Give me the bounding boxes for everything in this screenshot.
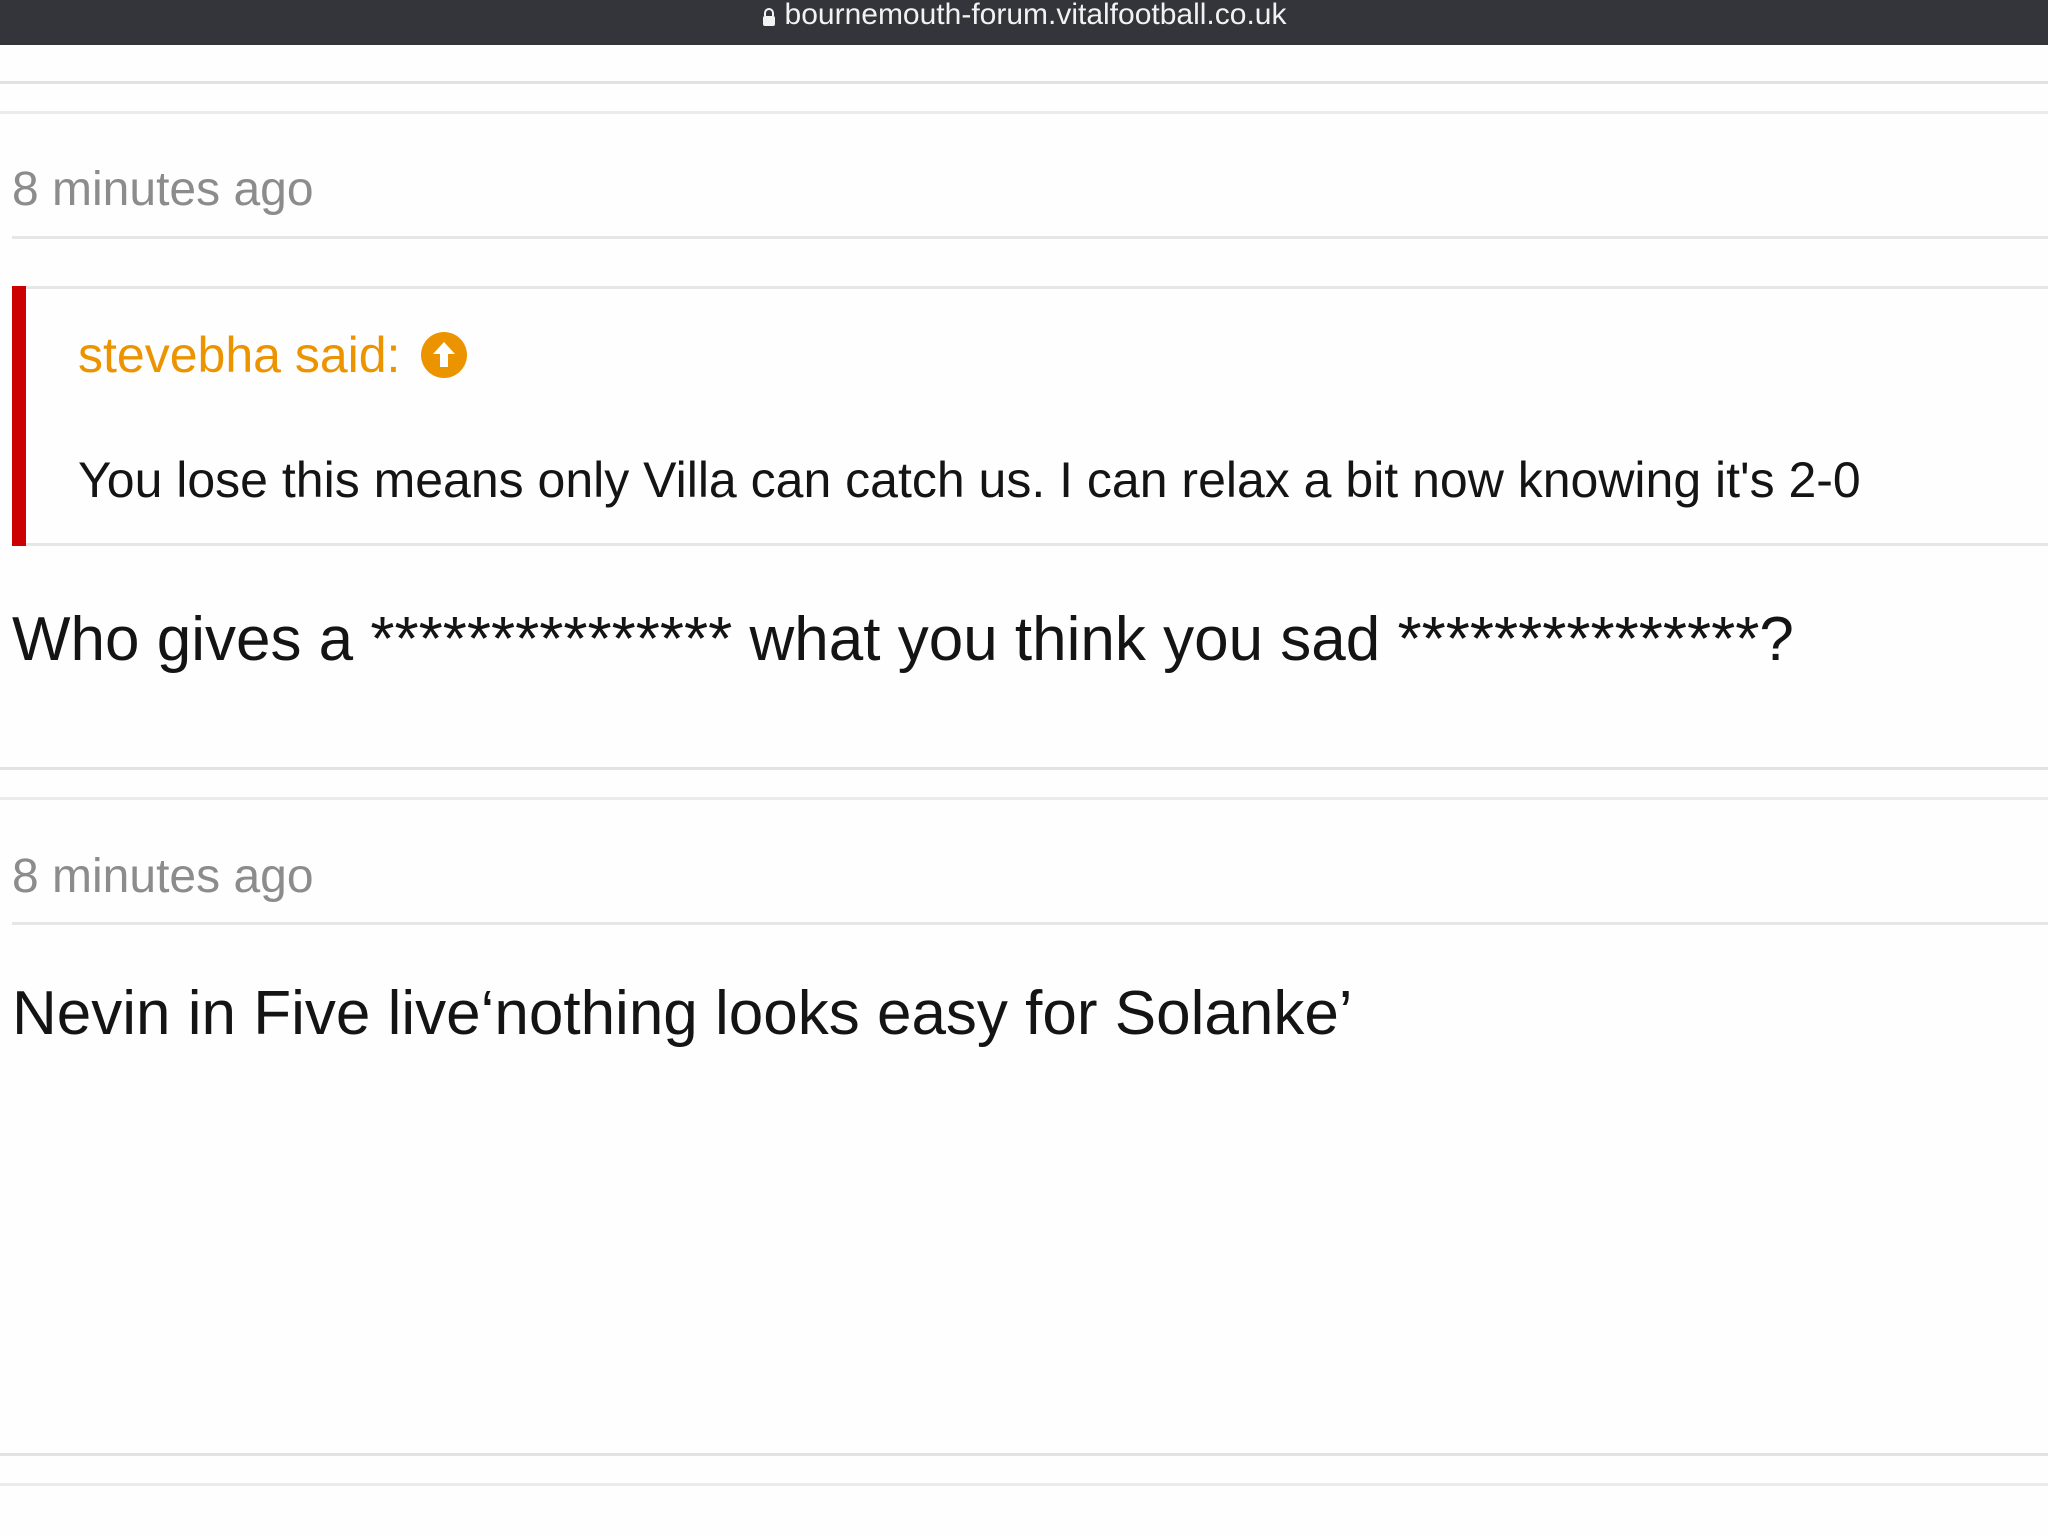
post-timestamp[interactable]: 8 minutes ago <box>12 162 314 217</box>
post-body: Who gives a *************** what you thi… <box>12 605 1794 674</box>
url-text: bournemouth-forum.vitalfootball.co.uk <box>784 0 1287 31</box>
post-meta-divider <box>12 922 2048 925</box>
quote-author-label: stevebha said: <box>78 327 401 383</box>
quote-author[interactable]: stevebha said: <box>78 326 468 384</box>
quote-bottom-border <box>26 543 2048 546</box>
post-body: Nevin in Five live‘nothing looks easy fo… <box>12 979 1353 1048</box>
post-meta-divider <box>12 236 2048 239</box>
post-divider <box>0 1453 2048 1456</box>
quote-top-border <box>26 286 2048 289</box>
lock-icon <box>762 7 775 26</box>
url-display[interactable]: bournemouth-forum.vitalfootball.co.uk <box>762 0 1287 32</box>
arrow-up-circle-icon[interactable] <box>420 331 468 379</box>
browser-url-bar[interactable]: bournemouth-forum.vitalfootball.co.uk <box>0 0 2048 45</box>
quote-block: stevebha said: You lose this means only … <box>12 286 2048 546</box>
post-divider <box>0 81 2048 84</box>
post-divider <box>0 767 2048 770</box>
post-divider <box>0 111 2048 114</box>
post-divider <box>0 797 2048 800</box>
quote-text: You lose this means only Villa can catch… <box>78 452 1861 508</box>
post-divider <box>0 1483 2048 1486</box>
post-timestamp[interactable]: 8 minutes ago <box>12 849 314 904</box>
